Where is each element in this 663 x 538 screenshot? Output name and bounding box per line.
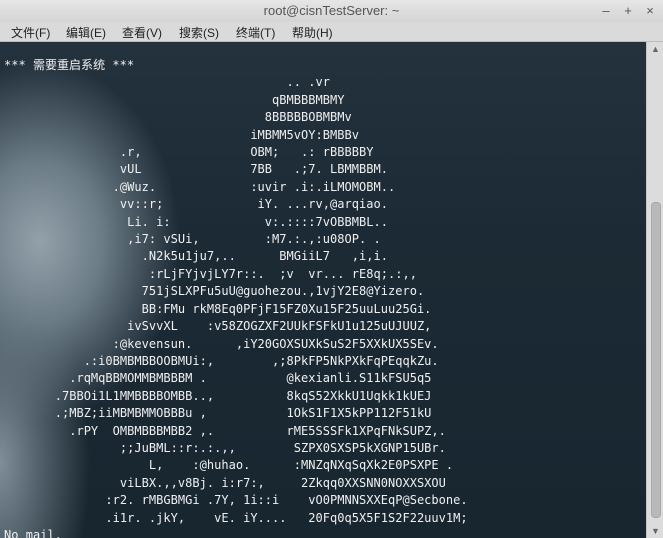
scroll-up-icon[interactable]: ▲ bbox=[647, 42, 663, 56]
terminal-line: .. .vr bbox=[4, 75, 331, 90]
terminal-line: .@Wuz. :uvir .i:.iLMOMOBM.. bbox=[4, 179, 396, 194]
terminal-line: :rLjFYjvjLY7r::. ;v vr... rE8q;.:,, bbox=[4, 266, 417, 281]
scrollbar[interactable]: ▲ ▼ bbox=[646, 42, 663, 538]
minimize-icon[interactable]: – bbox=[598, 3, 614, 19]
terminal-line: 8BBBBBOBMBMv bbox=[4, 110, 352, 125]
terminal-line: ivSvvXL :v58ZOGZXF2UUkFSFkU1u125uUJUUZ, bbox=[4, 319, 432, 334]
maximize-icon[interactable]: + bbox=[620, 3, 636, 19]
terminal-line: .7BBOi1L1MMBBBBOMBB.., 8kqS52XkkU1Uqkk1k… bbox=[4, 388, 432, 403]
terminal-line: .N2k5u1ju7,.. BMGiiL7 ,i,i. bbox=[4, 249, 388, 264]
terminal-line: Li. i: v:.::::7vOBBMBL.. bbox=[4, 214, 388, 229]
terminal-line: .;MBZ;iiMBMBMMOBBBu , 1OkS1F1X5kPP112F51… bbox=[4, 406, 432, 421]
terminal-output: *** 需要重启系统 *** .. .vr qBMBBBMBMY 8BBBBBO… bbox=[4, 57, 468, 538]
scroll-down-icon[interactable]: ▼ bbox=[647, 524, 663, 538]
terminal-line: L, :@huhao. :MNZqNXqSqXk2E0PSXPE . bbox=[4, 458, 454, 473]
terminal-line: iMBMM5vOY:BMBBv bbox=[4, 127, 359, 142]
window-title: root@cisnTestServer: ~ bbox=[263, 3, 400, 18]
terminal-line: viLBX.,,v8Bj. i:r7:, 2Zkqq0XXSNN0NOXXSXO… bbox=[4, 475, 446, 490]
terminal-line: .:i0BMBMBBOOBMUi:, ,;8PkFP5NkPXkFqPEqqkZ… bbox=[4, 353, 439, 368]
terminal-line: BB:FMu rkM8Eq0PFjF15FZ0Xu15F25uuLuu25Gi. bbox=[4, 301, 432, 316]
terminal-line: .i1r. .jkY, vE. iY.... 20Fq0q5X5F1S2F22u… bbox=[4, 510, 468, 525]
terminal-line: ;;JuBML::r:.:.,, SZPX0SXSP5kXGNP15UBr. bbox=[4, 440, 446, 455]
menu-view[interactable]: 查看(V) bbox=[122, 24, 162, 41]
menu-file[interactable]: 文件(F) bbox=[11, 24, 50, 41]
menu-edit[interactable]: 编辑(E) bbox=[66, 24, 106, 41]
menu-search[interactable]: 搜索(S) bbox=[179, 24, 219, 41]
terminal-area[interactable]: *** 需要重启系统 *** .. .vr qBMBBBMBMY 8BBBBBO… bbox=[0, 42, 646, 538]
terminal-line: qBMBBBMBMY bbox=[4, 92, 345, 107]
terminal-line: ,i7: vSUi, :M7.:.,:u08OP. . bbox=[4, 232, 381, 247]
terminal-line: 751jSLXPFu5uU@guohezou.,1vjY2E8@Yizero. bbox=[4, 284, 425, 299]
menu-terminal[interactable]: 终端(T) bbox=[236, 24, 275, 41]
terminal-line: vv::r; iY. ...rv,@arqiao. bbox=[4, 197, 388, 212]
terminal-line: .rPY OMBMBBBMBB2 ,. rME5SSSFk1XPqFNkSUPZ… bbox=[4, 423, 446, 438]
scrollbar-thumb[interactable] bbox=[651, 202, 661, 518]
terminal-line: :r2. rMBGBMGi .7Y, 1i::i vO0PMNNSXXEqP@S… bbox=[4, 493, 468, 508]
close-icon[interactable]: × bbox=[642, 3, 658, 19]
terminal-line: :@kevensun. ,iY20GOXSUXkSuS2F5XXkUX5SEv. bbox=[4, 336, 439, 351]
terminal-line: No mail. bbox=[4, 527, 62, 538]
terminal-line: *** 需要重启系统 *** bbox=[4, 58, 135, 72]
terminal-window: root@cisnTestServer: ~ – + × 文件(F) 编辑(E)… bbox=[0, 0, 663, 538]
menu-bar: 文件(F) 编辑(E) 查看(V) 搜索(S) 终端(T) 帮助(H) bbox=[0, 22, 663, 42]
terminal-line: .r, OBM; .: rBBBBBY bbox=[4, 145, 374, 160]
title-bar[interactable]: root@cisnTestServer: ~ – + × bbox=[0, 0, 663, 23]
terminal-line: vUL 7BB .;7. LBMMBBM. bbox=[4, 162, 388, 177]
menu-help[interactable]: 帮助(H) bbox=[292, 24, 333, 41]
terminal-line: .rqMqBBMOMMBMBBBM . @kexianli.S11kFSU5q5 bbox=[4, 371, 432, 386]
